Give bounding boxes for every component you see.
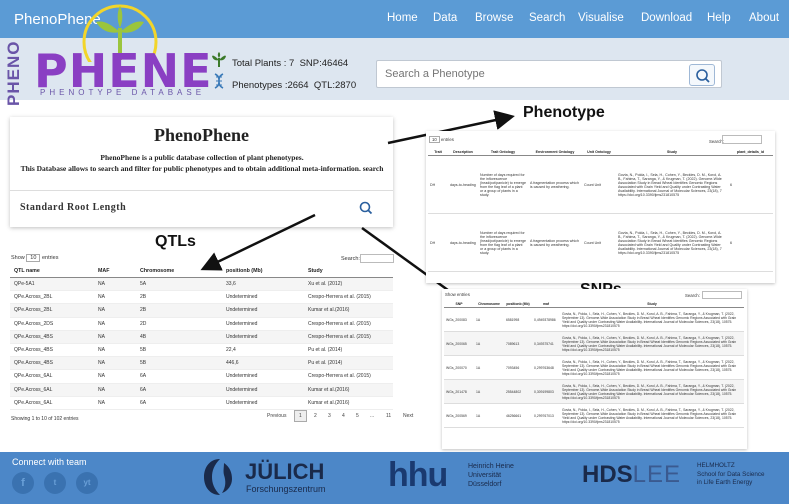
qtl-show-label: Show 10 entries	[11, 254, 59, 262]
qtl-search-input[interactable]	[360, 254, 394, 263]
qtl-search-label: Search:	[341, 256, 360, 262]
snp-table: SNP Chromosome positionb (Mb) maf Study …	[444, 301, 744, 428]
table-row: WGs_200569 1A 46256661 0,299767013 Govta, N.…	[444, 403, 744, 428]
pagination-page-4[interactable]: 4	[342, 413, 345, 419]
table-row: WGs_200083 1A 6581998 0,4949378986 Govta, N.…	[444, 307, 744, 332]
hhu-text: Heinrich Heine Universität Düsseldorf	[468, 463, 514, 488]
pheno-search-input[interactable]	[722, 135, 762, 144]
table-row: QPe.Across_2BL NA 2B Undetermined Crespo-Her…	[10, 290, 393, 305]
table-row: QPe.Across_6AL NA 6A Undetermined Kumar et a…	[10, 383, 393, 397]
qtl-col-name[interactable]: QTL name	[10, 265, 94, 278]
pagination-page-2[interactable]: 2	[314, 413, 317, 419]
hhu-logo: hhu	[388, 456, 448, 494]
arrow-to-qtls	[200, 213, 316, 271]
julich-logo: JÜLICH	[245, 459, 325, 484]
snp-search-label: Search:	[685, 293, 700, 298]
pagination-next[interactable]: Next	[403, 413, 413, 419]
table-row: WGs_201478 1A 25544802 0,309199803 Govta, N.…	[444, 379, 744, 404]
facebook-icon[interactable]: f	[12, 472, 34, 494]
snp-search-input[interactable]	[702, 291, 742, 299]
pagination-previous[interactable]: Previous	[267, 413, 286, 419]
pagination-page-11[interactable]: 11	[386, 413, 391, 419]
qtl-col-maf[interactable]: MAF	[94, 265, 136, 278]
youtube-icon[interactable]: yt	[76, 472, 98, 494]
snp-show-label: Show entries	[445, 292, 470, 297]
julich-subtitle: Forschungszentrum	[246, 484, 326, 494]
table-row: QPe.Across_4BS NA 5B 446,6 Pu et al. (2014)	[10, 356, 393, 371]
hds-lee-logo: HDSLEE	[582, 461, 682, 488]
helmholtz-text: HELMHOLTZ School for Data Science in Lif…	[697, 462, 765, 486]
table-row: QPe-5A1 NA 5A 33,6 Xu et al. (2012)	[10, 277, 393, 292]
pagination-page-5[interactable]: 5	[356, 413, 359, 419]
table-row: DH days-to-heading Number of days required…	[428, 155, 773, 214]
julich-logo-icon	[204, 459, 232, 495]
table-row: QPe.Across_4BS NA 5B 22,4 Pu et al. (2014)	[10, 343, 393, 358]
table-row: WGs_200065 1A 7089613 0,349375741 Govta, N.,…	[444, 331, 744, 356]
table-row: QPe.Across_2BL NA 2B Undetermined Kumar et a…	[10, 303, 393, 318]
table-row: WGs_200070 1A 7093456 0,299763648 Govta, N.,…	[444, 355, 744, 380]
table-row: QPe.Across_2DS NA 2D Undetermined Crespo-Her…	[10, 317, 393, 331]
twitter-icon[interactable]: t	[44, 472, 66, 494]
qtl-table: QTL name MAF Chromosome positionb (Mb) S…	[10, 265, 393, 410]
footer-connect-label: Connect with team	[12, 457, 87, 467]
table-row: QPe.Across_6AL NA 6A Undetermined Kumar et a…	[10, 396, 393, 410]
phenotype-table: Trait Description Trait Ontology Environ…	[428, 149, 773, 272]
table-row: DH days-to-heading Number of days required…	[428, 213, 773, 272]
qtl-length-select[interactable]: 10	[26, 254, 41, 262]
qtl-info-text: Showing 1 to 10 of 102 entries	[11, 416, 79, 422]
table-row: QPe.Across_4BS NA 4B Undetermined Crespo-Her…	[10, 330, 393, 344]
snp-panel: Show entries Search: SNP Chromosome posi…	[442, 289, 747, 449]
table-row: QPe.Across_6AL NA 6A Undetermined Crespo-Her…	[10, 369, 393, 384]
qtl-col-chromosome[interactable]: Chromosome	[136, 265, 222, 278]
pagination-ellipsis: ...	[370, 413, 375, 419]
qtl-col-study[interactable]: Study	[304, 265, 393, 278]
pagination-page-3[interactable]: 3	[328, 413, 331, 419]
pheno-length-select[interactable]: 10	[429, 136, 440, 143]
pagination-page-1[interactable]: 1	[294, 410, 307, 422]
phenotype-panel: 10 entries Search: Trait Description Tra…	[426, 131, 775, 283]
pheno-show-label: 10 entries	[429, 136, 454, 143]
qtl-col-position[interactable]: positionb (Mb)	[222, 265, 304, 278]
